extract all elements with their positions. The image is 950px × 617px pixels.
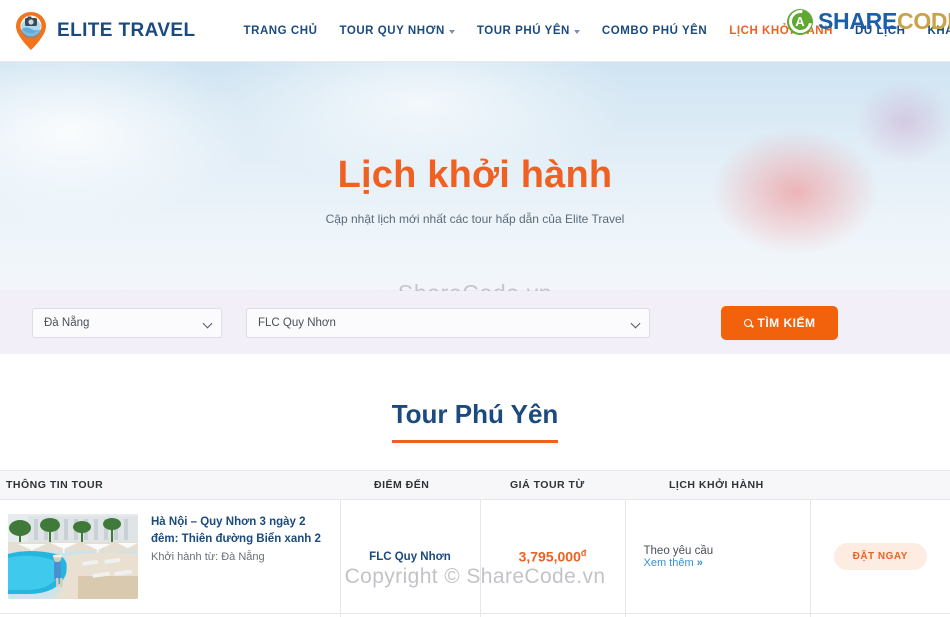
search-bar: Đà Nẵng FLC Quy Nhơn TÌM KIẾM bbox=[0, 291, 950, 354]
chevron-down-icon bbox=[448, 29, 455, 34]
tour-action-cell: ĐẶT NGAY bbox=[810, 499, 950, 614]
destination-select-value: FLC Quy Nhơn bbox=[258, 316, 336, 329]
chevron-down-icon bbox=[630, 318, 641, 328]
nav-label: TOUR QUY NHƠN bbox=[339, 24, 445, 37]
page-title: Lịch khởi hành bbox=[337, 154, 613, 196]
nav-label: COMBO PHÚ YÊN bbox=[601, 24, 708, 37]
search-button-label: TÌM KIẾM bbox=[757, 315, 816, 330]
column-header-price: GIÁ TOUR TỪ bbox=[480, 470, 625, 500]
nav-label: DU LỊCH bbox=[855, 24, 906, 37]
tour-destination-cell bbox=[340, 613, 481, 617]
tour-destination-cell: FLC Quy Nhơn bbox=[340, 499, 481, 614]
nav-item-tour-quy-nhon[interactable]: TOUR QUY NHƠN bbox=[339, 24, 455, 37]
column-header-destination: ĐIỂM ĐẾN bbox=[340, 470, 480, 500]
see-more-label: Xem thêm bbox=[643, 556, 694, 569]
departure-select-value: Đà Nẵng bbox=[44, 316, 90, 329]
destination-select[interactable]: FLC Quy Nhơn bbox=[246, 307, 650, 338]
departure-select[interactable]: Đà Nẵng bbox=[32, 307, 222, 338]
table-row: Hà Nội – Quy Nhơn 3 ngày 2 đêm: Thiên đư… bbox=[0, 499, 950, 614]
tour-thumbnail-resort-pool[interactable] bbox=[8, 514, 138, 599]
book-now-button[interactable]: ĐẶT NGAY bbox=[833, 543, 927, 570]
see-more-link[interactable]: Xem thêm » bbox=[643, 556, 703, 569]
tour-destination[interactable]: FLC Quy Nhơn bbox=[349, 551, 472, 563]
nav-label: TOUR PHÚ YÊN bbox=[476, 24, 570, 37]
tour-name[interactable]: Hà Nội – Quy Nhơn 3 ngày 2 đêm: Thiên đư… bbox=[151, 514, 332, 547]
tour-action-cell bbox=[810, 613, 950, 617]
nav-label: KHÁCH SẠN bbox=[927, 24, 950, 37]
section-header: Tour Phú Yên bbox=[0, 354, 950, 443]
column-header-action bbox=[810, 470, 950, 500]
table-header: THÔNG TIN TOUR ĐIỂM ĐẾN GIÁ TOUR TỪ LỊCH… bbox=[0, 470, 950, 500]
site-header: ELITE TRAVEL TRANG CHỦ TOUR QUY NHƠN TOU… bbox=[0, 0, 950, 62]
main-navigation: TRANG CHỦ TOUR QUY NHƠN TOUR PHÚ YÊN COM… bbox=[244, 25, 950, 37]
nav-item-combo-phu-yen[interactable]: COMBO PHÚ YÊN bbox=[602, 25, 707, 37]
nav-item-du-lich[interactable]: DU LỊCH bbox=[855, 25, 906, 37]
tour-info-cell: Tour FLC Quy Nhơn 3 ngày 2 đêm: Thiên đư… bbox=[0, 613, 341, 617]
tour-price-cell: 3,795,000đ bbox=[480, 499, 626, 614]
hero-banner: Lịch khởi hành Cập nhật lịch mới nhất cá… bbox=[0, 62, 950, 354]
table-row: Tour FLC Quy Nhơn 3 ngày 2 đêm: Thiên đư… bbox=[0, 613, 950, 617]
nav-item-khach-san[interactable]: KHÁCH SẠN bbox=[928, 25, 950, 37]
tour-info-cell: Hà Nội – Quy Nhơn 3 ngày 2 đêm: Thiên đư… bbox=[0, 499, 341, 614]
search-button[interactable]: TÌM KIẾM bbox=[721, 305, 838, 340]
currency-symbol: đ bbox=[580, 548, 587, 559]
nav-item-lich-khoi-hanh[interactable]: LỊCH KHỞI HÀNH bbox=[729, 25, 833, 37]
column-header-schedule: LỊCH KHỞI HÀNH bbox=[625, 470, 810, 500]
tour-schedule-cell: Theo yêu cầu bbox=[625, 613, 811, 617]
table-header-row: THÔNG TIN TOUR ĐIỂM ĐẾN GIÁ TOUR TỪ LỊCH… bbox=[0, 470, 950, 500]
table-body: Hà Nội – Quy Nhơn 3 ngày 2 đêm: Thiên đư… bbox=[0, 499, 950, 617]
chevron-down-icon bbox=[573, 29, 580, 34]
page-subtitle: Cập nhật lịch mới nhất các tour hấp dẫn … bbox=[325, 212, 625, 226]
nav-label: TRANG CHỦ bbox=[243, 24, 318, 37]
tour-price: 3,795,000đ bbox=[489, 548, 617, 565]
section-title: Tour Phú Yên bbox=[391, 399, 559, 443]
location-pin-logo-icon bbox=[14, 11, 48, 51]
chevron-down-icon bbox=[202, 318, 213, 328]
nav-item-trang-chu[interactable]: TRANG CHỦ bbox=[244, 25, 318, 37]
tour-schedule-text: Theo yêu cầu bbox=[643, 544, 714, 557]
nav-label: LỊCH KHỞI HÀNH bbox=[729, 24, 834, 37]
tour-schedule-cell: Theo yêu cầu Xem thêm » bbox=[625, 499, 811, 614]
logo[interactable]: ELITE TRAVEL bbox=[0, 11, 196, 51]
logo-text: ELITE TRAVEL bbox=[57, 19, 196, 41]
search-icon bbox=[743, 318, 752, 327]
tour-departure-from: Khởi hành từ: Đà Nẵng bbox=[151, 551, 265, 564]
tour-schedule-table: THÔNG TIN TOUR ĐIỂM ĐẾN GIÁ TOUR TỪ LỊCH… bbox=[0, 470, 950, 617]
nav-item-tour-phu-yen[interactable]: TOUR PHÚ YÊN bbox=[477, 25, 580, 37]
tour-price-value: 3,795,000 bbox=[518, 548, 581, 565]
column-header-info: THÔNG TIN TOUR bbox=[0, 470, 340, 500]
tour-price-cell bbox=[480, 613, 626, 617]
